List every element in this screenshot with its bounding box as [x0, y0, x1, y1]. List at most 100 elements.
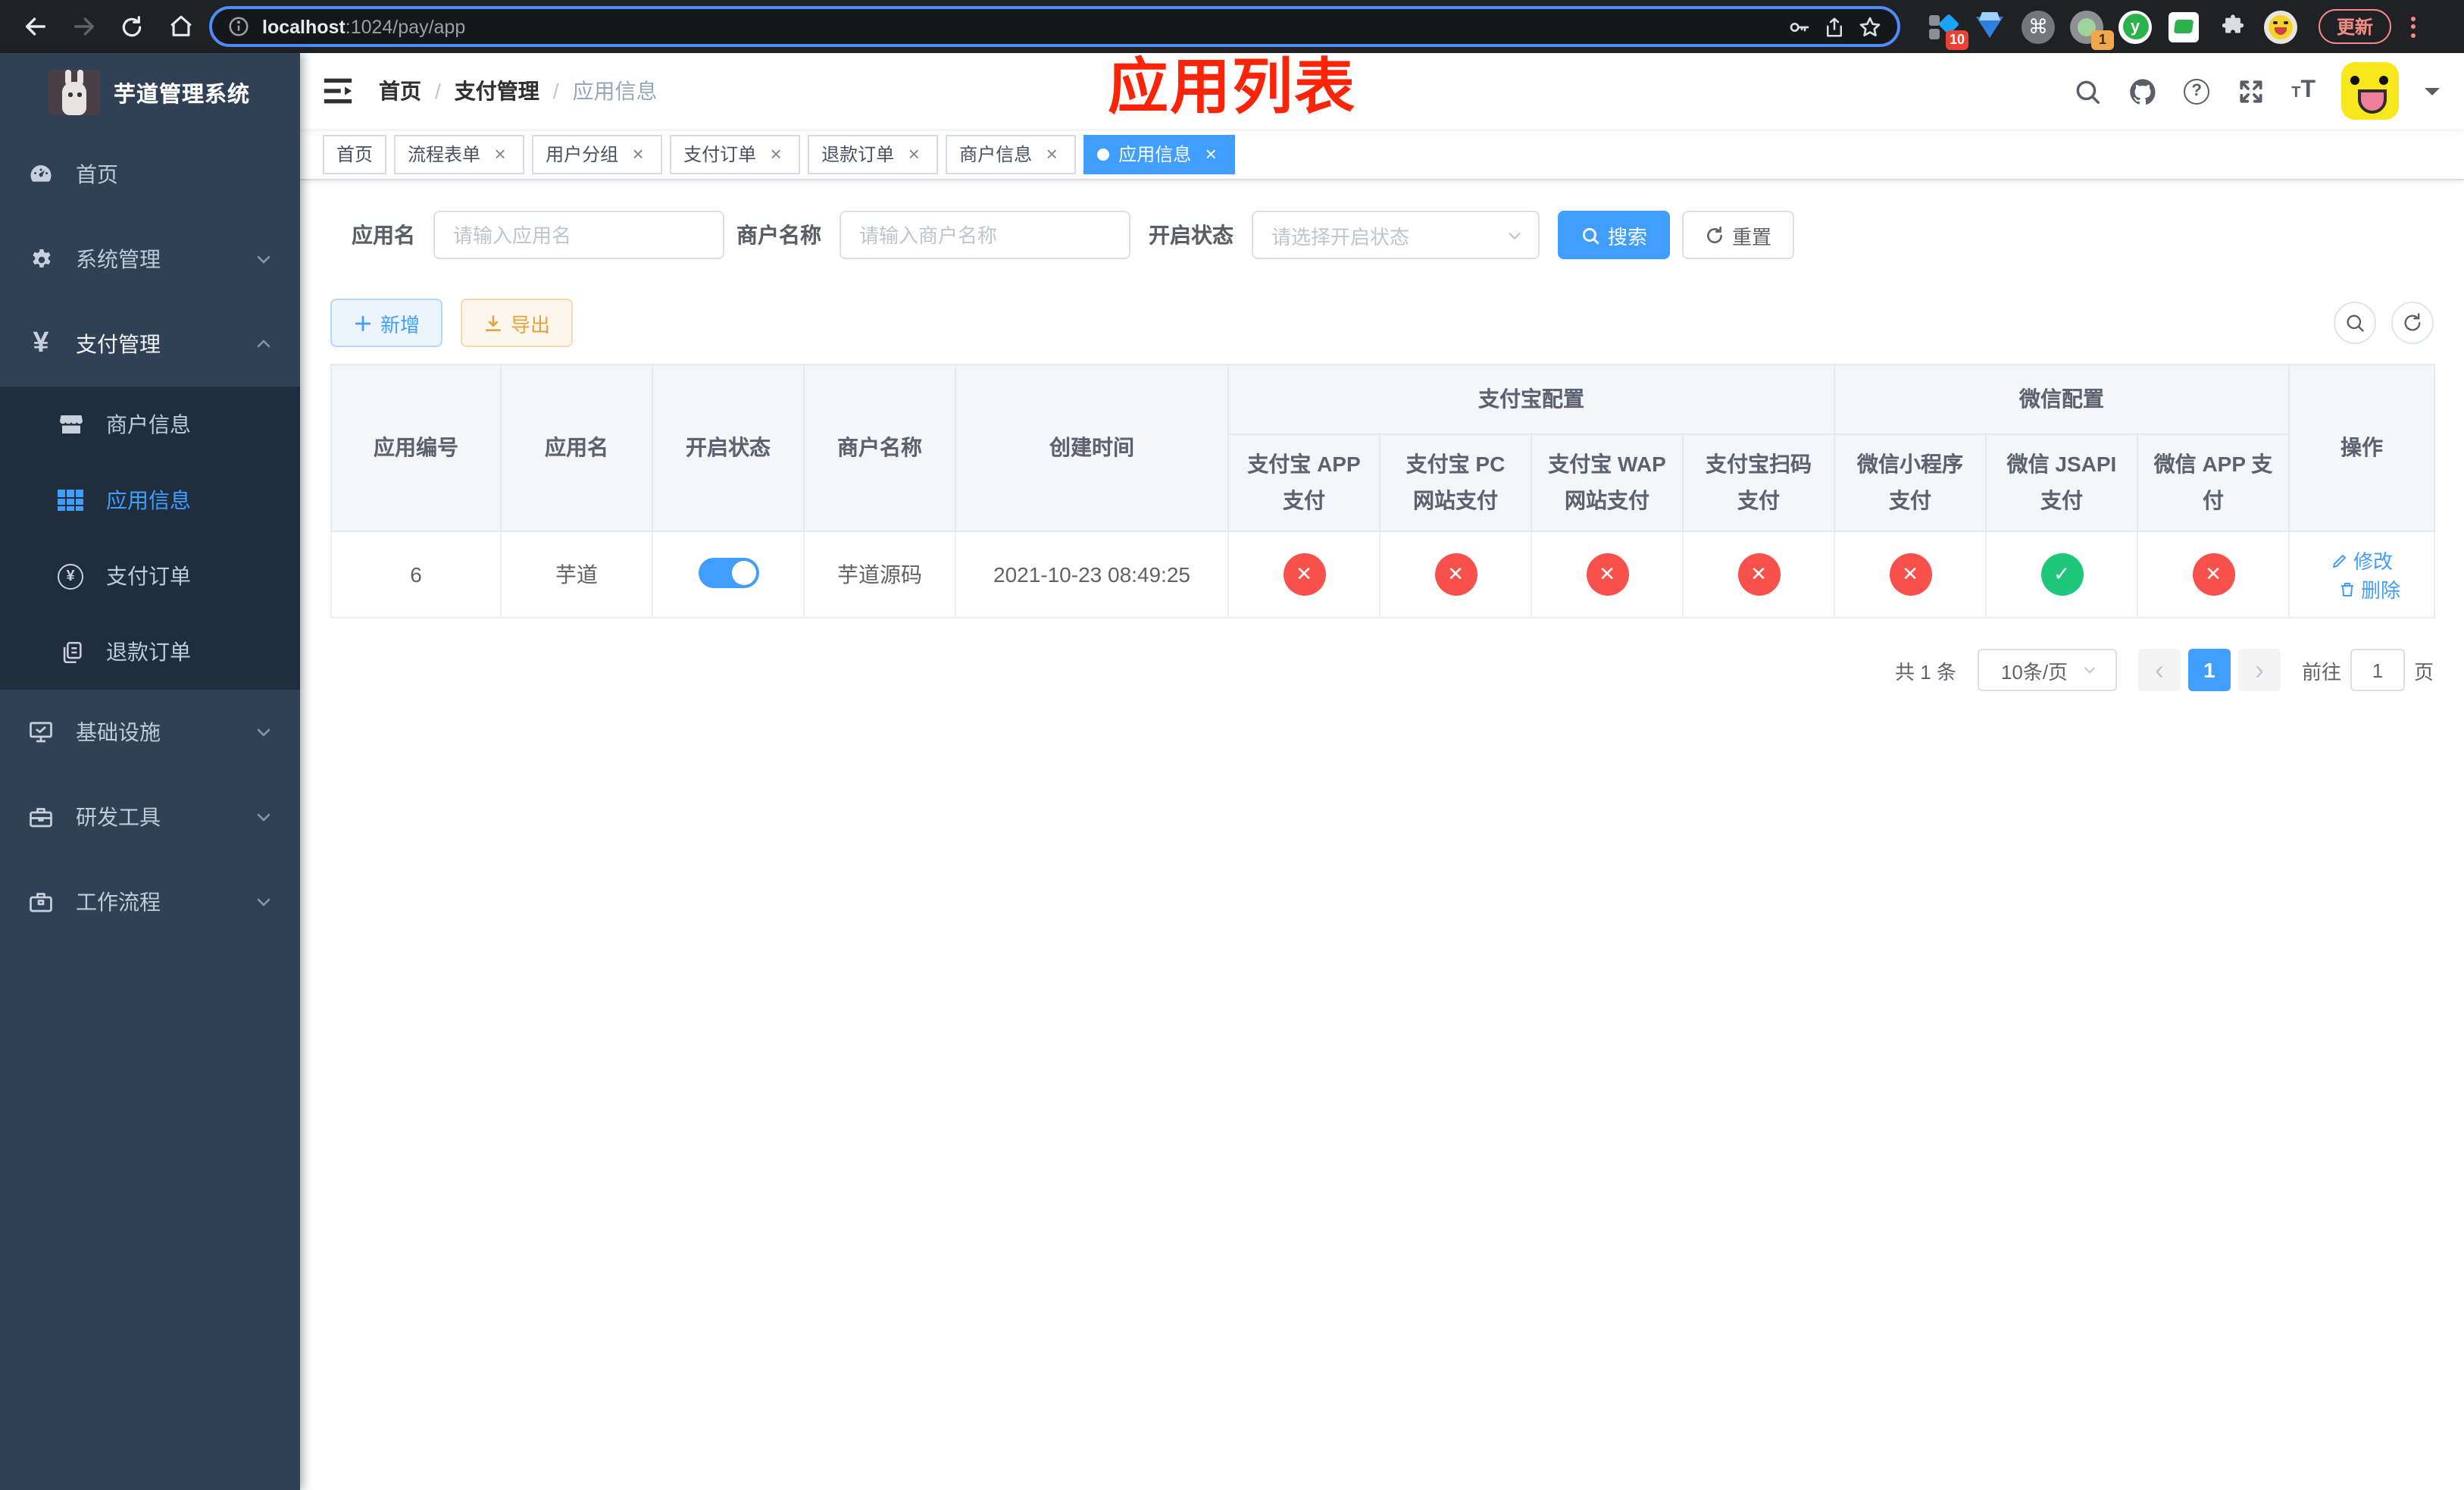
extension-command-icon[interactable]: ⌘ [2022, 10, 2055, 43]
wechat-jsapi-enabled-icon [2040, 553, 2083, 596]
page-unit-label: 页 [2413, 660, 2434, 683]
sidebar-item-workflow[interactable]: 工作流程 [0, 859, 300, 944]
tab-payment-order[interactable]: 支付订单 [670, 134, 801, 174]
sidebar-item-app-info[interactable]: 应用信息 [0, 462, 300, 538]
breadcrumb-payment[interactable]: 支付管理 [421, 76, 539, 106]
merchant-name-input[interactable] [840, 211, 1130, 259]
grid-icon [58, 490, 85, 511]
column-header-alipay-wap: 支付宝 WAP 网站支付 [1531, 434, 1684, 532]
help-icon[interactable]: ? [2184, 78, 2210, 104]
extension-badge: 10 [1946, 30, 1968, 49]
tab-process-form[interactable]: 流程表单 [394, 134, 525, 174]
sidebar-item-dev-tools[interactable]: 研发工具 [0, 775, 300, 859]
sidebar-item-merchant-info[interactable]: 商户信息 [0, 387, 300, 462]
toolbox-icon [27, 803, 55, 831]
profile-avatar-icon[interactable] [2264, 10, 2297, 43]
app-table: 应用编号 应用名 开启状态 商户名称 创建时间 支付宝配置 微信配置 操作 支付… [330, 364, 2436, 618]
sidebar-item-infrastructure[interactable]: 基础设施 [0, 690, 300, 775]
tab-label: 应用信息 [1118, 144, 1192, 165]
sidebar-collapse-icon[interactable] [321, 76, 355, 106]
share-icon[interactable] [1823, 14, 1846, 39]
close-icon[interactable] [765, 143, 786, 164]
sidebar-item-home[interactable]: 首页 [0, 132, 300, 217]
gear-icon [27, 246, 55, 272]
tab-app-info[interactable]: 应用信息 [1083, 134, 1236, 174]
sidebar-item-refund-order[interactable]: 退款订单 [0, 614, 300, 690]
extension-gem-icon[interactable] [1973, 10, 2006, 43]
chrome-update-button[interactable]: 更新 [2319, 9, 2392, 44]
smiley-glyph [2264, 10, 2297, 43]
tab-user-group[interactable]: 用户分组 [532, 134, 663, 174]
wechat-mini-disabled-icon [1889, 553, 1931, 596]
toggle-search-button[interactable] [2334, 302, 2376, 344]
refresh-table-button[interactable] [2391, 302, 2434, 344]
pagination: 共 1 条 10条/页 1 前往 页 [330, 649, 2434, 691]
navbar-actions: ? TT [2072, 62, 2440, 120]
extensions-row: 10 ⌘ 1 y [1925, 10, 2297, 49]
add-button[interactable]: 新增 [330, 299, 443, 347]
font-size-icon[interactable]: TT [2291, 77, 2315, 105]
delete-link-label: 删除 [2361, 579, 2401, 602]
prev-page-button[interactable] [2137, 649, 2181, 691]
breadcrumb-home[interactable]: 首页 [379, 76, 421, 106]
close-icon[interactable] [1200, 143, 1221, 164]
extension-chat-icon[interactable] [2167, 10, 2200, 43]
reset-button[interactable]: 重置 [1682, 211, 1795, 259]
close-icon[interactable] [627, 143, 649, 164]
screen: localhost:1024/pay/app 10 ⌘ 1 y 更新 芋道管理系… [0, 0, 2464, 1490]
sidebar-item-system[interactable]: 系统管理 [0, 217, 300, 302]
tab-label: 首页 [336, 144, 374, 165]
home-icon[interactable] [161, 7, 200, 46]
edit-link[interactable]: 修改 [2331, 546, 2393, 574]
close-icon[interactable] [1041, 143, 1062, 164]
extensions-puzzle-icon[interactable] [2215, 10, 2249, 43]
site-info-icon[interactable] [227, 15, 250, 38]
extension-grid-icon[interactable]: 10 [1925, 10, 1968, 49]
gem-glyph [1976, 16, 2003, 37]
search-icon[interactable] [2072, 76, 2102, 106]
recorder-badge: 1 [2091, 30, 2114, 49]
sidebar-item-payment[interactable]: ¥ 支付管理 [0, 302, 300, 387]
bookmark-star-icon[interactable] [1858, 14, 1882, 39]
edit-pen-icon [2331, 551, 2349, 569]
close-icon[interactable] [489, 143, 511, 164]
y-glyph: y [2118, 10, 2152, 43]
goto-page-input[interactable] [2350, 649, 2405, 691]
user-avatar[interactable] [2341, 62, 2399, 120]
command-glyph: ⌘ [2022, 10, 2055, 43]
extension-y-icon[interactable]: y [2118, 10, 2152, 43]
extension-recorder-icon[interactable]: 1 [2070, 10, 2114, 49]
back-icon[interactable] [15, 7, 55, 46]
column-header-app-name: 应用名 [500, 364, 653, 532]
page-size-select[interactable]: 10条/页 [1977, 649, 2117, 691]
github-icon[interactable] [2128, 76, 2158, 106]
delete-link[interactable]: 删除 [2338, 574, 2400, 603]
fullscreen-icon[interactable] [2235, 76, 2265, 106]
app-title: 芋道管理系统 [114, 83, 250, 107]
tab-merchant-info[interactable]: 商户信息 [946, 134, 1077, 174]
briefcase-icon [27, 888, 55, 916]
close-icon[interactable] [903, 143, 924, 164]
chevron-down-icon [255, 893, 273, 911]
group-header-alipay: 支付宝配置 [1227, 364, 1835, 435]
export-button[interactable]: 导出 [461, 299, 574, 347]
next-page-button[interactable] [2237, 649, 2281, 691]
filter-form: 应用名 商户名称 开启状态 请选择开启状态 [352, 211, 2434, 259]
sidebar-item-payment-order[interactable]: ¥ 支付订单 [0, 538, 300, 614]
address-bar[interactable]: localhost:1024/pay/app [209, 6, 1900, 47]
enabled-toggle[interactable] [698, 557, 758, 587]
search-button[interactable]: 搜索 [1558, 211, 1671, 259]
reload-icon[interactable] [112, 7, 152, 46]
sidebar-logo[interactable]: 芋道管理系统 [0, 53, 300, 132]
tab-home[interactable]: 首页 [323, 134, 387, 174]
password-key-icon[interactable] [1787, 14, 1811, 39]
app-name-input[interactable] [433, 211, 724, 259]
tab-refund-order[interactable]: 退款订单 [808, 134, 939, 174]
chevron-down-icon [255, 808, 273, 826]
browser-menu-icon[interactable] [2400, 10, 2425, 43]
search-icon [2344, 312, 2366, 333]
forward-icon[interactable] [64, 7, 103, 46]
status-select[interactable]: 请选择开启状态 [1252, 211, 1540, 259]
user-menu-caret-icon[interactable] [2425, 87, 2440, 102]
page-number-button[interactable]: 1 [2187, 649, 2231, 691]
